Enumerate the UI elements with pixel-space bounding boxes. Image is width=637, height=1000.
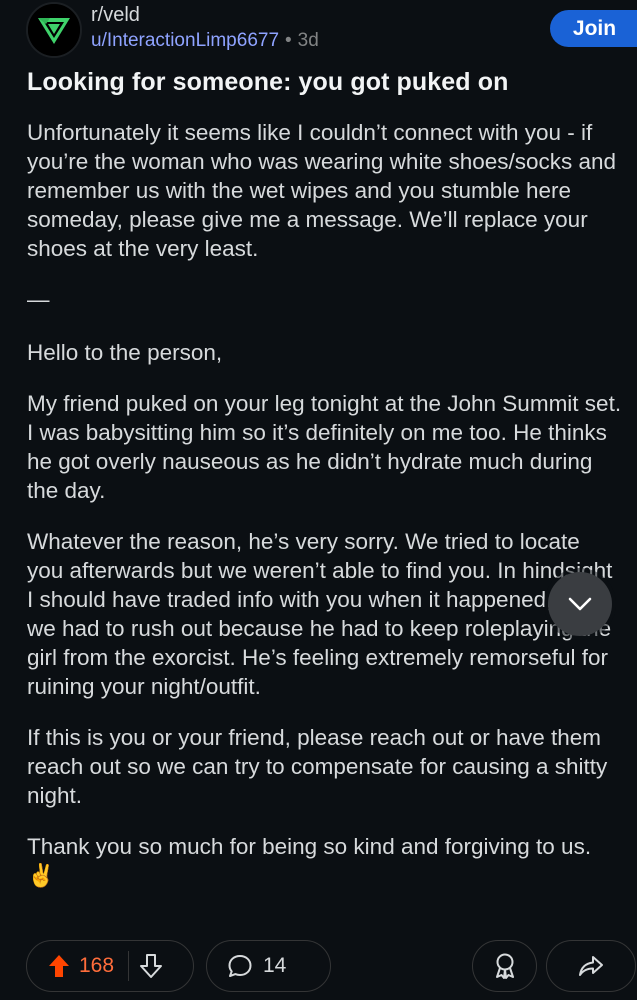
paragraph: Thank you so much for being so kind and …: [27, 834, 592, 888]
arrow-down-icon[interactable]: [139, 953, 163, 979]
divider-dash: —: [27, 287, 50, 312]
veld-logo-icon: [28, 4, 80, 56]
chevron-down-icon: [568, 597, 592, 611]
post-header: r/veld u/InteractionLimp6677 • 3d Join: [0, 0, 637, 60]
meta-separator: •: [285, 30, 292, 51]
comment-button[interactable]: 14: [206, 940, 331, 992]
upvote-count: 168: [79, 954, 115, 977]
award-button[interactable]: [472, 940, 537, 992]
join-button[interactable]: Join: [550, 10, 637, 47]
paragraph: If this is you or your friend, please re…: [27, 725, 608, 808]
subreddit-name[interactable]: r/veld: [91, 4, 140, 27]
scroll-down-button[interactable]: [548, 572, 612, 636]
award-icon: [495, 953, 514, 979]
action-bar: 168 14: [26, 940, 637, 994]
comment-count: 14: [263, 954, 287, 977]
paragraph: Unfortunately it seems like I couldn’t c…: [27, 120, 617, 261]
post-age: 3d: [297, 30, 319, 51]
vote-divider: [128, 951, 130, 981]
subreddit-avatar[interactable]: [26, 2, 82, 58]
vote-control: 168: [26, 940, 194, 992]
post-body: Unfortunately it seems like I couldn’t c…: [27, 118, 622, 912]
paragraph: Whatever the reason, he’s very sorry. We…: [27, 529, 613, 699]
share-button[interactable]: [546, 940, 636, 992]
post-title: Looking for someone: you got puked on: [27, 68, 509, 96]
author-link[interactable]: u/InteractionLimp6677: [91, 30, 279, 51]
paragraph: My friend puked on your leg tonight at t…: [27, 391, 622, 503]
arrow-up-icon[interactable]: [47, 953, 71, 979]
speech-bubble-icon: [227, 953, 253, 979]
paragraph: Hello to the person,: [27, 340, 223, 365]
post-meta: u/InteractionLimp6677 • 3d: [91, 30, 319, 52]
share-icon: [579, 956, 603, 976]
